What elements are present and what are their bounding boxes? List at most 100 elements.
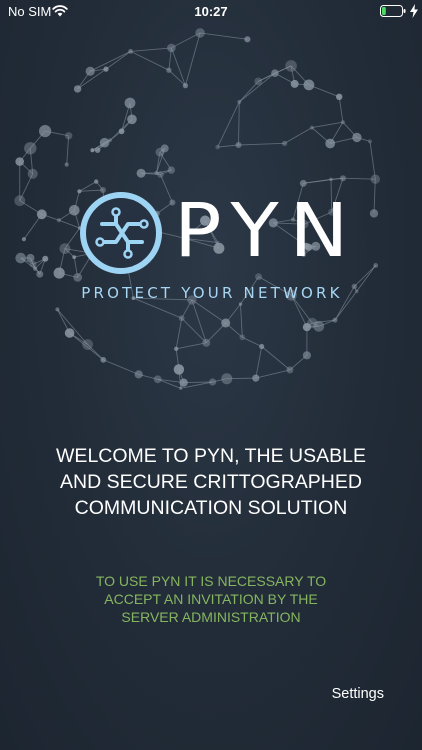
network-node — [73, 85, 82, 93]
network-node — [36, 209, 47, 220]
network-node — [299, 179, 307, 187]
network-node — [202, 338, 211, 347]
network-node — [369, 209, 379, 218]
bolt-icon — [410, 4, 418, 18]
network-node — [33, 266, 38, 271]
pyn-wordmark: PYN — [174, 196, 359, 266]
network-node — [166, 67, 172, 73]
network-node — [118, 128, 125, 135]
network-node — [72, 255, 77, 259]
network-node — [99, 137, 110, 148]
network-node — [282, 140, 288, 146]
network-node — [195, 28, 205, 38]
network-link — [171, 32, 201, 49]
settings-button[interactable]: Settings — [332, 684, 384, 704]
network-link — [105, 51, 131, 70]
network-node — [42, 255, 49, 262]
network-link — [217, 101, 240, 148]
network-link — [238, 101, 240, 146]
network-link — [57, 309, 88, 345]
network-link — [239, 72, 276, 103]
network-node — [36, 270, 44, 278]
network-node — [259, 343, 265, 350]
network-link — [176, 342, 207, 350]
network-node — [179, 378, 188, 387]
network-node — [309, 125, 314, 130]
network-node — [237, 99, 242, 104]
network-node — [340, 175, 346, 182]
network-node — [94, 147, 101, 153]
network-node — [85, 66, 95, 76]
network-link — [242, 336, 262, 347]
pyn-wordmark-text: PYN — [174, 196, 359, 266]
network-node — [303, 79, 315, 91]
network-node — [215, 144, 220, 150]
network-node — [173, 364, 185, 375]
network-node — [53, 267, 65, 279]
network-link — [261, 346, 291, 371]
network-link — [284, 127, 313, 144]
network-node — [167, 166, 175, 174]
network-node — [27, 168, 38, 179]
network-node — [178, 315, 185, 322]
network-node — [59, 243, 71, 255]
network-node — [64, 328, 75, 338]
network-link — [200, 32, 248, 40]
network-link — [238, 81, 259, 103]
network-link — [184, 32, 201, 86]
network-link — [217, 144, 239, 148]
network-node — [82, 339, 93, 350]
network-node — [244, 36, 251, 43]
network-node — [94, 179, 99, 184]
network-link — [255, 369, 291, 379]
network-node — [155, 147, 165, 157]
network-node — [15, 252, 26, 264]
network-node — [128, 49, 134, 54]
network-link — [130, 50, 170, 71]
network-node — [235, 142, 242, 148]
network-link — [130, 47, 172, 52]
network-node — [39, 125, 52, 138]
status-bar: No SIM 10:27 — [0, 0, 422, 22]
network-node — [370, 174, 380, 184]
status-time: 10:27 — [194, 4, 228, 19]
network-link — [175, 318, 183, 349]
network-node — [252, 374, 260, 382]
network-node — [24, 142, 37, 155]
network-node — [56, 218, 62, 223]
network-link — [338, 96, 344, 123]
network-node — [136, 168, 146, 178]
network-link — [369, 141, 376, 180]
network-node — [367, 139, 373, 144]
network-node — [221, 373, 233, 385]
network-node — [373, 263, 379, 268]
network-node — [302, 323, 311, 332]
network-link — [170, 47, 186, 86]
welcome-heading: WELCOME TO PYN, THE USABLE AND SECURE CR… — [56, 445, 366, 519]
network-node — [174, 346, 179, 351]
invitation-instruction: TO USE PYN IT IS NECESSARY TO ACCEPT AN … — [95, 573, 327, 625]
network-node — [103, 66, 109, 72]
network-link — [342, 177, 376, 180]
tagline: PROTECT YOUR NETWORK — [81, 284, 343, 302]
network-link — [255, 346, 263, 379]
network-node — [239, 334, 246, 341]
network-node — [332, 317, 338, 323]
network-node — [15, 157, 24, 166]
network-node — [182, 83, 188, 89]
network-node — [179, 386, 183, 390]
network-node — [290, 79, 299, 88]
network-node — [21, 237, 26, 242]
network-node — [340, 120, 345, 125]
network-link — [58, 219, 80, 229]
network-node — [154, 171, 159, 175]
network-node — [329, 177, 333, 181]
network-link — [311, 121, 343, 129]
network-link — [66, 135, 70, 165]
network-link — [90, 50, 131, 72]
network-node — [64, 162, 69, 167]
network-link — [373, 179, 376, 214]
network-node — [134, 370, 143, 379]
network-node — [127, 114, 137, 125]
network-node — [254, 77, 263, 86]
